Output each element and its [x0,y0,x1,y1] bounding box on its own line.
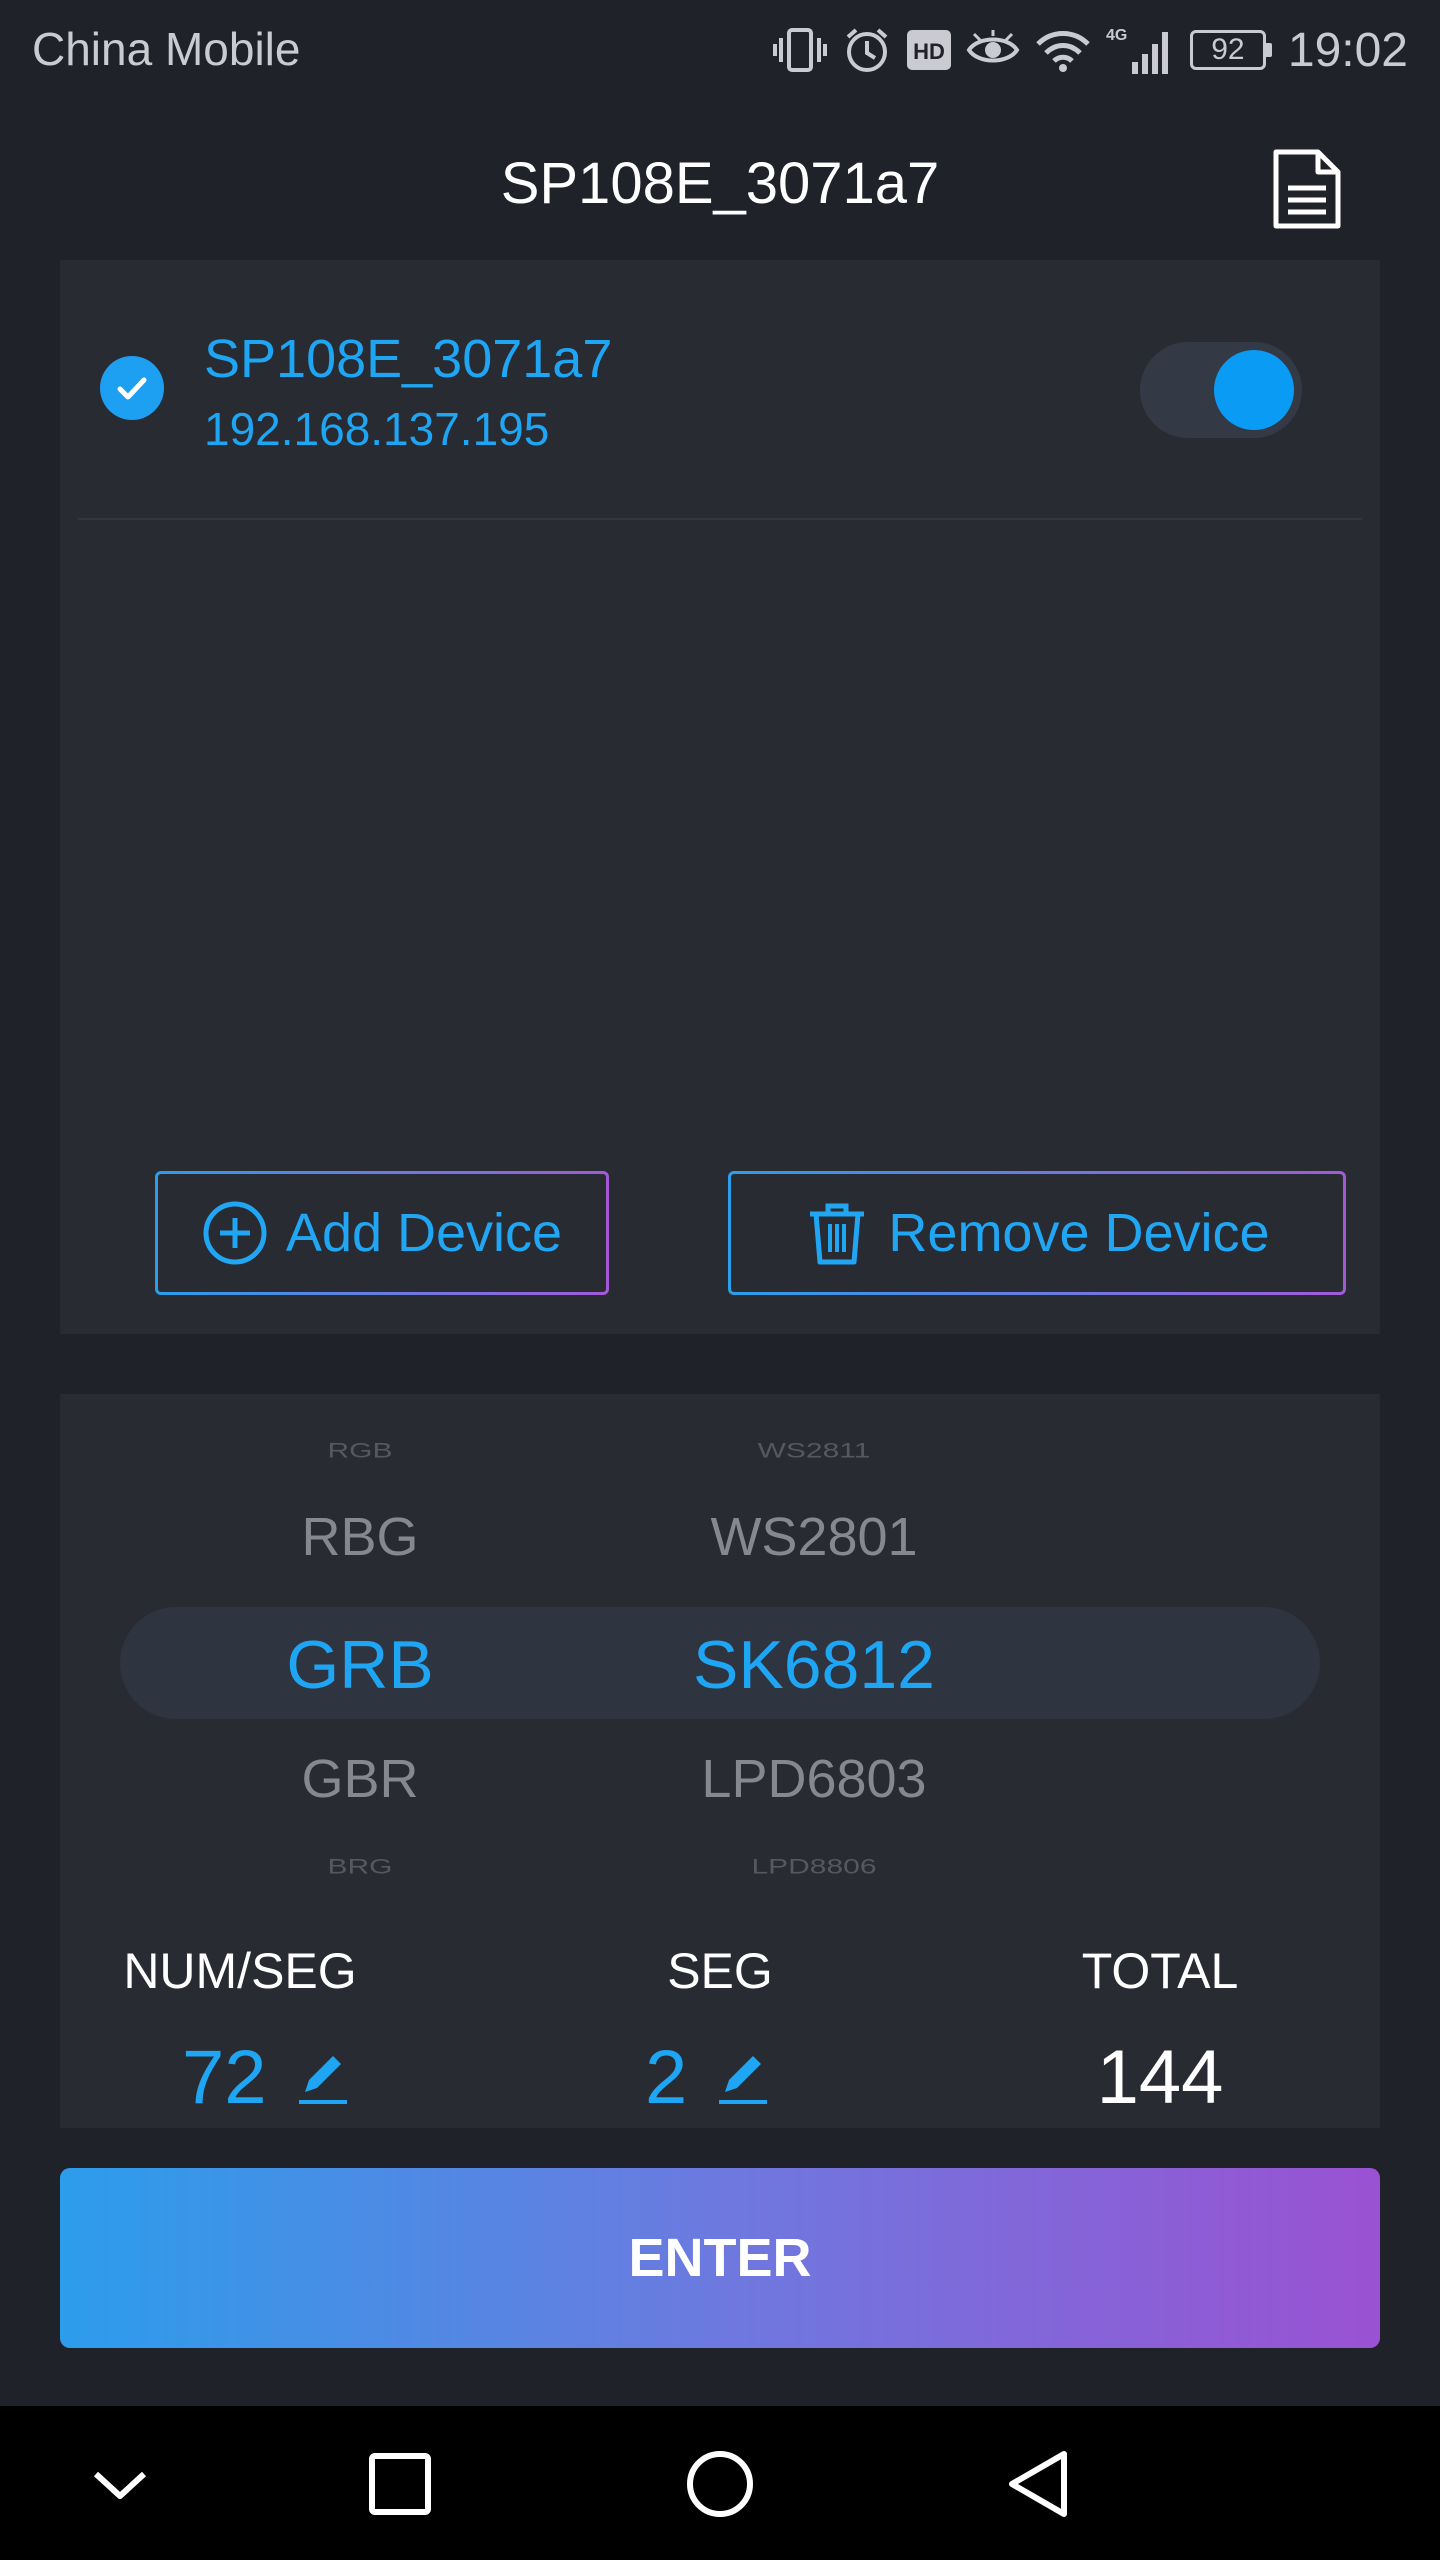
signal-4g-icon: 4G [1106,24,1176,76]
remove-device-button[interactable]: Remove Device [728,1171,1346,1295]
nav-home-button[interactable] [680,2444,760,2524]
chip-type-option[interactable]: WS2811 [604,1439,1024,1463]
hd-icon: HD [906,29,952,71]
device-panel: SP108E_3071a7 192.168.137.195 Add Device… [60,260,1380,1334]
num-seg-label: NUM/SEG [123,1943,357,1999]
status-bar: China Mobile HD 4G 92 19:02 [0,0,1440,100]
square-icon [369,2453,431,2515]
device-ip: 192.168.137.195 [204,403,550,455]
enter-button[interactable]: ENTER [60,2168,1380,2348]
divider [78,518,1362,520]
navigation-bar [0,2406,1440,2560]
num-seg-value-group: 72 [182,2034,351,2121]
plus-circle-icon [203,1201,267,1265]
document-button[interactable] [1270,148,1344,230]
back-triangle-icon [1009,2451,1067,2517]
total-label: TOTAL [1081,1943,1239,1999]
toggle-knob [1214,350,1294,430]
document-icon [1273,149,1341,229]
chevron-down-icon [93,2471,147,2499]
alarm-icon [842,25,892,75]
led-config-panel: RGB RBG GRB GBR BRG WS2811 WS2801 SK6812… [60,1394,1380,2128]
total-value: 144 [1096,2035,1224,2120]
color-order-selected[interactable]: GRB [200,1626,520,1704]
chip-type-selected[interactable]: SK6812 [604,1626,1024,1704]
svg-text:HD: HD [913,39,945,64]
color-order-option[interactable]: RBG [200,1506,520,1568]
chip-type-option[interactable]: LPD8806 [604,1855,1024,1879]
seg-label: SEG [667,1943,773,1999]
add-device-label: Add Device [285,1203,563,1263]
seg-value-group: 2 [645,2034,771,2121]
nav-recents-button[interactable] [360,2444,440,2524]
device-power-toggle[interactable] [1140,342,1302,438]
color-order-option[interactable]: GBR [200,1748,520,1810]
page-title: SP108E_3071a7 [500,151,940,216]
chip-type-option[interactable]: LPD6803 [604,1748,1024,1810]
device-list-item[interactable]: SP108E_3071a7 192.168.137.195 [60,260,1380,518]
wifi-icon [1034,26,1092,74]
vibrate-icon [772,24,828,76]
edit-seg-icon[interactable] [715,2048,771,2108]
nav-collapse-button[interactable] [80,2444,160,2524]
status-time: 19:02 [1287,23,1408,77]
edit-num-seg-icon[interactable] [295,2048,351,2108]
circle-icon [687,2451,753,2517]
trash-icon [810,1203,865,1265]
checkmark-icon[interactable] [100,356,164,420]
color-order-option[interactable]: RGB [200,1439,520,1463]
nav-back-button[interactable] [998,2444,1078,2524]
carrier-name: China Mobile [32,23,301,75]
total-value-group: 144 [1000,2034,1320,2121]
chip-type-option[interactable]: WS2801 [604,1506,1024,1568]
remove-device-label: Remove Device [888,1203,1270,1263]
num-seg-value: 72 [182,2035,267,2120]
status-icons: HD 4G 92 19:02 [772,18,1408,82]
battery-icon: 92 [1189,30,1272,70]
color-order-option[interactable]: BRG [200,1855,520,1879]
device-name: SP108E_3071a7 [204,329,613,389]
seg-value: 2 [645,2035,688,2120]
eye-icon [966,30,1020,70]
add-device-button[interactable]: Add Device [155,1171,609,1295]
svg-text:4G: 4G [1106,27,1127,44]
